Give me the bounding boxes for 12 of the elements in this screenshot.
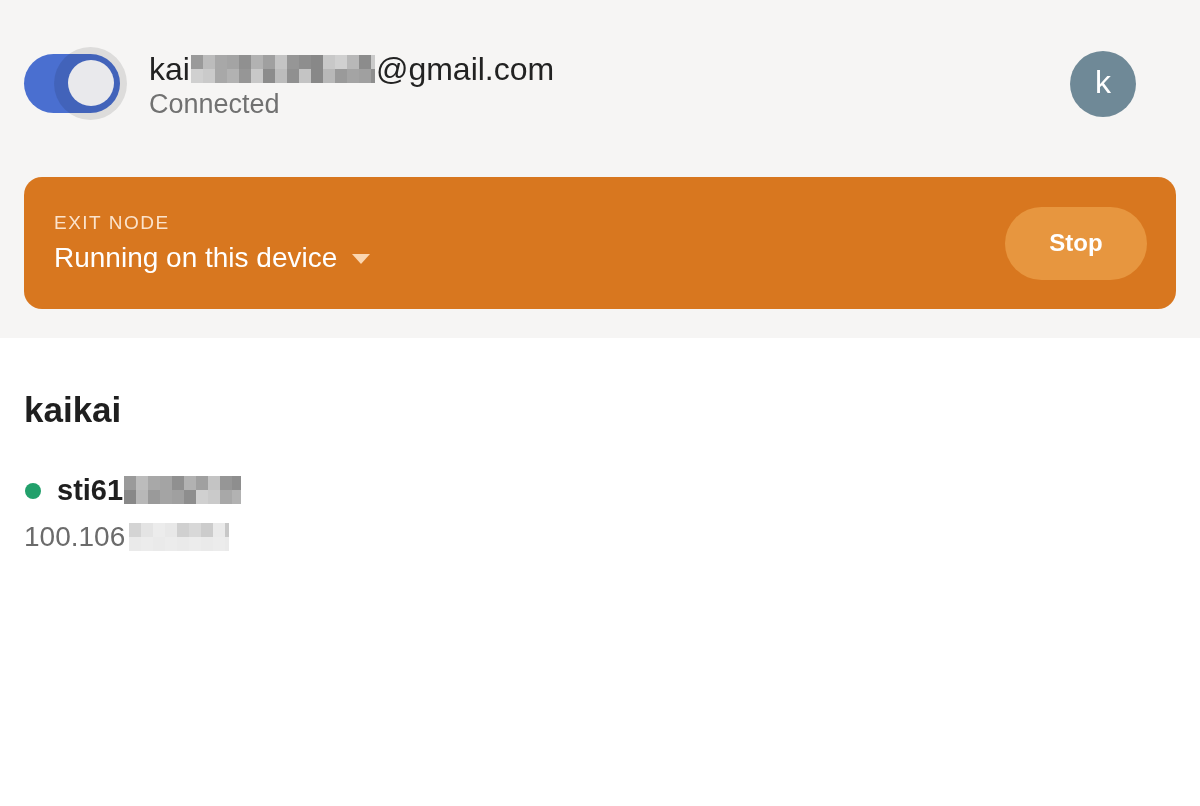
toggle-switch[interactable]	[24, 47, 127, 120]
exit-node-label: EXIT NODE	[54, 211, 170, 235]
device-name: sti61	[57, 473, 124, 507]
caret-icon	[352, 254, 371, 264]
network-name: kaikai	[24, 389, 122, 431]
exit-node-dropdown[interactable]: Running on this device	[54, 241, 371, 275]
stop-button[interactable]: Stop	[1005, 206, 1147, 280]
device-address: 100.106	[24, 521, 126, 553]
connection-status: Connected	[149, 87, 280, 120]
email-text: kai	[149, 49, 190, 88]
account-avatar[interactable]: k	[1070, 50, 1136, 117]
email-text: @gmail.com	[375, 49, 555, 88]
